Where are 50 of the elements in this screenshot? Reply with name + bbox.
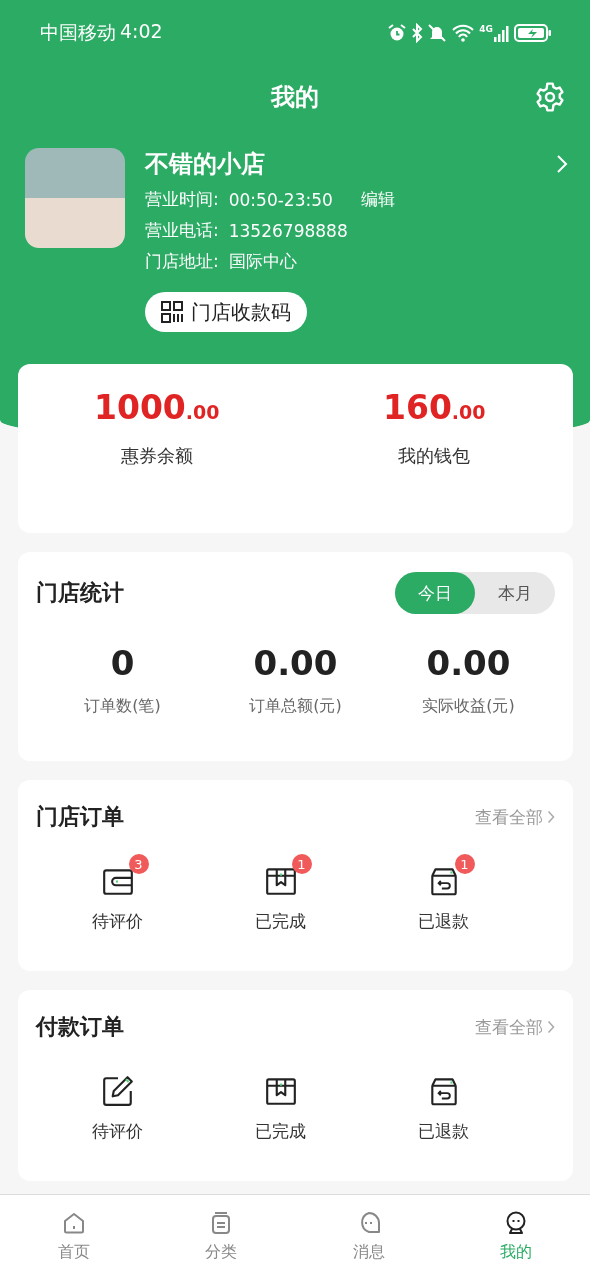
- signal-bars: [494, 25, 510, 42]
- signal-icon: 4G: [479, 24, 510, 42]
- field-label: 营业电话:: [145, 219, 219, 242]
- stat-value: 0.00: [253, 642, 338, 684]
- tab-bar-item[interactable]: 首页: [0, 1195, 148, 1278]
- count-badge: 3: [128, 854, 149, 874]
- chevron-right-icon: [547, 1020, 555, 1034]
- order-status-button[interactable]: 待评价: [36, 1062, 199, 1143]
- balance-label: 惠券余额: [120, 444, 193, 468]
- bell-off-icon: [427, 23, 448, 43]
- order-status-button[interactable]: 3 待评价: [36, 852, 199, 933]
- tab-bar-item[interactable]: 消息: [295, 1195, 443, 1278]
- stat-value: 0.00: [426, 642, 511, 684]
- stat-label: 实际收益(元): [422, 696, 515, 717]
- qr-code-icon: [161, 301, 183, 323]
- balance-amount: 160.00: [382, 388, 486, 429]
- count-badge: 1: [291, 854, 312, 874]
- field-label: 营业时间:: [145, 188, 219, 211]
- field-value: 13526798888: [228, 220, 348, 241]
- order-status-button[interactable]: 已完成: [199, 1062, 362, 1143]
- balance-amount: 1000.00: [94, 388, 220, 429]
- wifi-icon: [451, 23, 476, 43]
- battery-charging-icon: [514, 23, 552, 43]
- tab-bar-item[interactable]: 分类: [147, 1195, 295, 1278]
- section-title: 付款订单: [36, 1013, 124, 1041]
- period-tab[interactable]: 本月: [475, 572, 555, 614]
- settings-icon[interactable]: [534, 81, 566, 113]
- section-title: 门店统计: [36, 579, 124, 607]
- stat-value: 0: [110, 642, 135, 684]
- order-status-button[interactable]: 1 已退款: [362, 852, 525, 933]
- page-title: 我的: [271, 82, 319, 113]
- field-value: 00:50-23:50: [228, 189, 333, 210]
- stat-label: 订单总额(元): [249, 696, 342, 717]
- order-status-button[interactable]: 1 已完成: [199, 852, 362, 933]
- section-title: 门店订单: [36, 803, 124, 831]
- alarm-icon: [387, 23, 408, 43]
- chevron-right-icon: [547, 810, 555, 824]
- store-name: 不错的小店: [145, 149, 265, 180]
- count-badge: 1: [454, 854, 475, 874]
- field-value: 国际中心: [228, 250, 297, 273]
- edit-icon: [100, 1074, 135, 1108]
- status-time: 4:02: [120, 20, 163, 44]
- order-status-button[interactable]: 已退款: [362, 1062, 525, 1143]
- bluetooth-icon: [411, 23, 424, 43]
- field-label: 门店地址:: [145, 250, 219, 273]
- chevron-right-icon[interactable]: [556, 154, 568, 174]
- carrier-name: 中国移动: [40, 20, 116, 45]
- payment-qr-button[interactable]: 门店收款码: [145, 292, 307, 332]
- stat-label: 订单数(笔): [84, 696, 161, 717]
- balance-label: 我的钱包: [398, 444, 471, 468]
